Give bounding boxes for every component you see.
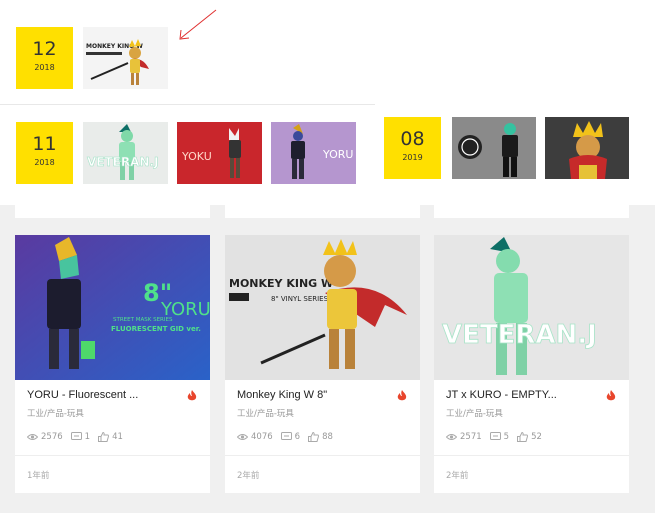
fire-icon (606, 390, 616, 401)
date-badge-aug-2019: 08 2019 (384, 117, 441, 179)
like-count: 52 (531, 432, 542, 442)
thumbs-up-icon[interactable] (98, 432, 110, 442)
thumb-title-text: YOKU (181, 150, 212, 163)
view-count: 4076 (251, 432, 273, 442)
eye-icon (237, 434, 248, 440)
comment-count: 5 (503, 432, 510, 442)
thumbs-up-icon[interactable] (517, 432, 529, 442)
timeline-divider (0, 104, 375, 105)
date-day: 11 (32, 133, 57, 155)
card-bottom-stub (434, 205, 629, 218)
work-title[interactable]: JT x KURO - EMPTY... (446, 389, 596, 401)
work-category[interactable]: 工业/产品-玩具 (446, 407, 503, 419)
view-count: 2576 (41, 432, 63, 442)
work-stats: 4076 6 88 (237, 431, 341, 443)
card-divider (434, 455, 629, 456)
date-year: 2018 (34, 63, 55, 72)
arrow-annotation (179, 9, 217, 40)
thumbs-up-icon[interactable] (308, 432, 320, 442)
comment-icon (489, 432, 501, 440)
eye-icon (27, 434, 38, 440)
card-divider (15, 455, 210, 456)
cover-line1-text: 8" VINYL SERIES (271, 295, 329, 303)
thumb-title-text: VETERAN.J (87, 155, 158, 169)
thumbnail-monkey-king-w[interactable]: MONKEY KING W (83, 27, 168, 89)
date-day: 08 (400, 128, 425, 150)
like-count: 41 (112, 432, 123, 442)
comment-count: 6 (294, 432, 301, 442)
date-badge-nov-2018: 11 2018 (16, 122, 73, 184)
thumbnail-yoru[interactable]: YORU (271, 122, 356, 184)
work-time: 1年前 (27, 471, 50, 481)
view-count: 2571 (460, 432, 482, 442)
thumbnail-monkey-king[interactable] (545, 117, 629, 179)
work-cover-image[interactable]: VETERAN.J (434, 235, 629, 380)
thumbnail-yoku[interactable]: YOKU (177, 122, 262, 184)
cover-line2-text: FLUORESCENT GID ver. (111, 325, 201, 333)
fire-icon (397, 390, 407, 401)
thumbnail-veteran-j[interactable]: VETERAN.J (83, 122, 168, 184)
eye-icon (446, 434, 457, 440)
date-year: 2018 (34, 158, 55, 167)
date-badge-dec-2018: 12 2018 (16, 27, 73, 89)
work-card[interactable]: MONKEY KING W 8" VINYL SERIES Monkey Kin… (225, 235, 420, 493)
work-time: 2年前 (237, 471, 260, 481)
comment-count: 1 (84, 432, 91, 442)
thumbnail-kuro[interactable] (452, 117, 536, 179)
fire-icon (187, 390, 197, 401)
cover-name-text: MONKEY KING W (229, 277, 333, 290)
work-time: 2年前 (446, 471, 469, 481)
comment-icon (70, 432, 82, 440)
comment-icon (280, 432, 292, 440)
work-cover-image[interactable]: MONKEY KING W 8" VINYL SERIES (225, 235, 420, 380)
work-title[interactable]: YORU - Fluorescent ... (27, 389, 177, 401)
card-divider (225, 455, 420, 456)
work-card[interactable]: VETERAN.J JT x KURO - EMPTY... 工业/产品-玩具 … (434, 235, 629, 493)
work-category[interactable]: 工业/产品-玩具 (27, 407, 84, 419)
card-bottom-stub (225, 205, 420, 218)
work-category[interactable]: 工业/产品-玩具 (237, 407, 294, 419)
work-stats: 2576 1 41 (27, 431, 131, 443)
work-cover-image[interactable]: 8" YORU STREET MASK SERIES FLUORESCENT G… (15, 235, 210, 380)
work-card[interactable]: 8" YORU STREET MASK SERIES FLUORESCENT G… (15, 235, 210, 493)
card-bottom-stub (15, 205, 210, 218)
like-count: 88 (322, 432, 333, 442)
date-day: 12 (32, 38, 57, 60)
date-year: 2019 (402, 153, 423, 162)
work-title[interactable]: Monkey King W 8" (237, 389, 387, 401)
thumb-title-text: YORU (322, 148, 353, 161)
cover-line1-text: STREET MASK SERIES (113, 317, 173, 323)
cover-name-text: VETERAN.J (442, 320, 597, 350)
work-stats: 2571 5 52 (446, 431, 550, 443)
